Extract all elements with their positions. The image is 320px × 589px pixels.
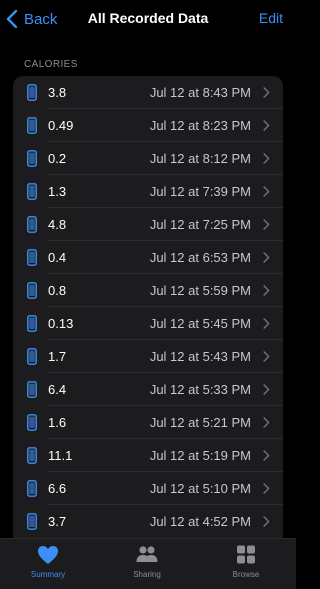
record-row[interactable]: 3.8 Jul 12 at 8:43 PM [13,76,283,109]
record-date: Jul 12 at 5:59 PM [149,283,251,298]
record-date: Jul 12 at 4:52 PM [149,514,251,529]
iphone-icon [27,117,37,134]
page-title: All Recorded Data [87,10,209,26]
chevron-right-icon [263,153,270,164]
chevron-right-icon [263,417,270,428]
record-value: 6.6 [48,481,67,496]
iphone-icon [27,315,37,332]
record-date: Jul 12 at 8:43 PM [149,85,251,100]
iphone-icon [27,84,37,101]
chevron-right-icon [263,186,270,197]
tab-bar: Summary Sharing Browse [0,538,296,589]
iphone-icon [27,348,37,365]
iphone-icon [27,150,37,167]
record-row[interactable]: 6.4 Jul 12 at 5:33 PM [13,373,283,406]
people-icon [136,546,158,562]
record-row[interactable]: 0.4 Jul 12 at 6:53 PM [13,241,283,274]
chevron-right-icon [263,384,270,395]
tab-summary-label: Summary [30,570,66,579]
record-date: Jul 12 at 5:21 PM [149,415,251,430]
iphone-icon [27,414,37,431]
record-row[interactable]: 1.3 Jul 12 at 7:39 PM [13,175,283,208]
record-row[interactable]: 0.2 Jul 12 at 8:12 PM [13,142,283,175]
iphone-icon [27,282,37,299]
record-row[interactable]: 0.8 Jul 12 at 5:59 PM [13,274,283,307]
record-value: 0.4 [48,250,67,265]
iphone-icon [27,480,37,497]
heart-icon [38,546,58,564]
record-date: Jul 12 at 6:53 PM [149,250,251,265]
navigation-bar: Back All Recorded Data Edit [0,0,296,40]
record-date: Jul 12 at 5:19 PM [149,448,251,463]
tab-sharing-label: Sharing [133,570,161,579]
record-row[interactable]: 0.13 Jul 12 at 5:45 PM [13,307,283,340]
chevron-right-icon [263,285,270,296]
record-row[interactable]: 4.8 Jul 12 at 7:25 PM [13,208,283,241]
record-date: Jul 12 at 7:25 PM [149,217,251,232]
tab-summary[interactable]: Summary [8,539,88,589]
screen: Back All Recorded Data Edit CALORIES 3.8… [0,0,296,589]
chevron-right-icon [263,483,270,494]
iphone-icon [27,183,37,200]
section-header: CALORIES [24,59,78,70]
chevron-right-icon [263,87,270,98]
record-date: Jul 12 at 7:39 PM [149,184,251,199]
iphone-icon [27,381,37,398]
edit-button[interactable]: Edit [259,10,283,26]
record-date: Jul 12 at 5:43 PM [149,349,251,364]
iphone-icon [27,216,37,233]
record-date: Jul 12 at 8:12 PM [149,151,251,166]
chevron-right-icon [263,120,270,131]
chevron-right-icon [263,219,270,230]
record-date: Jul 12 at 5:45 PM [149,316,251,331]
record-value: 0.2 [48,151,67,166]
record-value: 1.3 [48,184,67,199]
iphone-icon [27,447,37,464]
record-row[interactable]: 1.7 Jul 12 at 5:43 PM [13,340,283,373]
grid-icon [237,545,255,564]
chevron-right-icon [263,516,270,527]
record-row[interactable]: 11.1 Jul 12 at 5:19 PM [13,439,283,472]
iphone-icon [27,513,37,530]
record-date: Jul 12 at 5:33 PM [149,382,251,397]
record-value: 0.8 [48,283,67,298]
record-date: Jul 12 at 5:10 PM [149,481,251,496]
chevron-right-icon [263,318,270,329]
tab-browse[interactable]: Browse [206,539,286,589]
chevron-right-icon [263,450,270,461]
record-value: 4.8 [48,217,67,232]
tab-sharing[interactable]: Sharing [107,539,187,589]
iphone-icon [27,249,37,266]
record-value: 1.7 [48,349,67,364]
record-row[interactable]: 6.6 Jul 12 at 5:10 PM [13,472,283,505]
chevron-right-icon [263,252,270,263]
record-row[interactable]: 0.49 Jul 12 at 8:23 PM [13,109,283,142]
record-row[interactable]: 1.6 Jul 12 at 5:21 PM [13,406,283,439]
chevron-right-icon [263,351,270,362]
record-value: 1.6 [48,415,67,430]
record-value: 6.4 [48,382,67,397]
recorded-data-list: 3.8 Jul 12 at 8:43 PM 0.49 Jul 12 at 8:23 P… [13,76,283,546]
record-date: Jul 12 at 8:23 PM [149,118,251,133]
record-value: 0.13 [48,316,74,331]
tab-browse-label: Browse [232,570,260,579]
record-value: 0.49 [48,118,74,133]
record-value: 11.1 [48,448,73,463]
record-row[interactable]: 3.7 Jul 12 at 4:52 PM [13,505,283,538]
record-value: 3.8 [48,85,67,100]
record-value: 3.7 [48,514,67,529]
